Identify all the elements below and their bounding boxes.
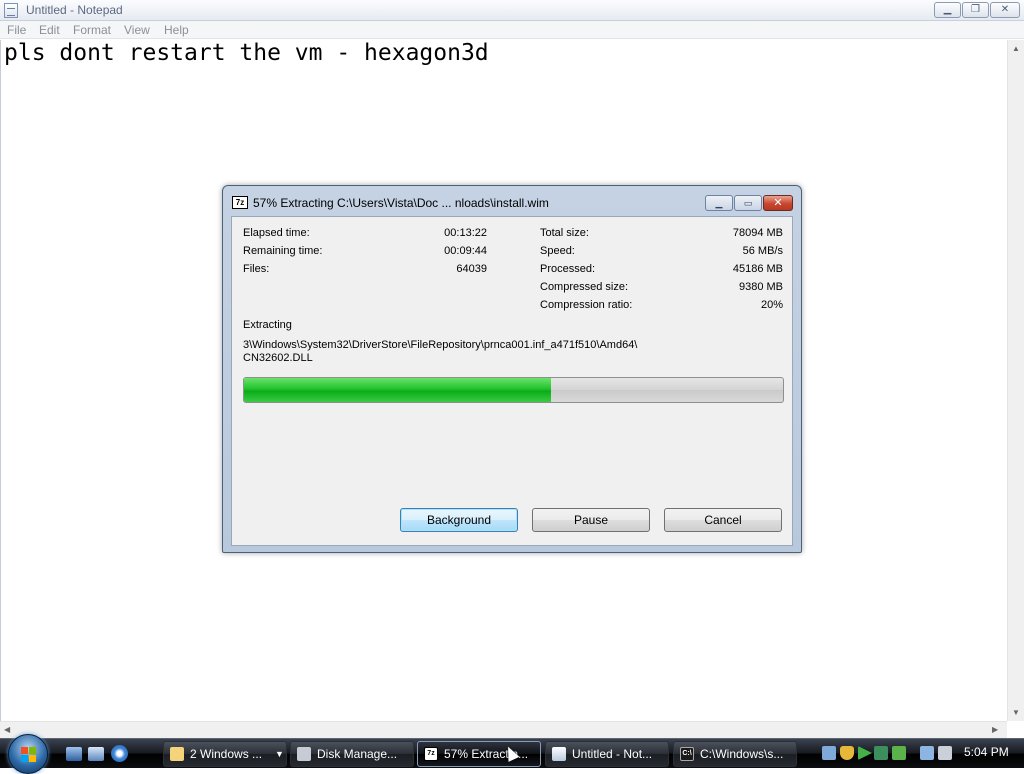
network-tray-icon[interactable] bbox=[822, 746, 836, 760]
taskbar-button-command-prompt[interactable]: C:\ C:\Windows\s... bbox=[673, 741, 797, 767]
speed-value: 56 MB/s bbox=[742, 245, 783, 257]
notepad-title: Untitled - Notepad bbox=[26, 3, 123, 17]
play-arrow-icon[interactable] bbox=[858, 746, 872, 760]
compression-ratio-label: Compression ratio: bbox=[540, 299, 633, 311]
dialog-titlebar[interactable]: 7z 57% Extracting C:\Users\Vista\Doc ...… bbox=[223, 186, 801, 216]
7zip-icon: 7z bbox=[232, 196, 248, 209]
close-button[interactable]: ✕ bbox=[990, 2, 1020, 18]
clock[interactable]: 5:04 PM bbox=[964, 745, 1009, 759]
notepad-content[interactable]: pls dont restart the vm - hexagon3d bbox=[4, 40, 489, 66]
remaining-time-value: 00:09:44 bbox=[444, 245, 487, 257]
processed-label: Processed: bbox=[540, 263, 596, 275]
dialog-body: Elapsed time: 00:13:22 Remaining time: 0… bbox=[231, 216, 793, 546]
chevron-down-icon: ▼ bbox=[275, 749, 284, 759]
cancel-button[interactable]: Cancel bbox=[664, 508, 782, 532]
scroll-right-icon[interactable]: ▶ bbox=[992, 725, 998, 734]
files-value: 64039 bbox=[456, 263, 487, 275]
dialog-close-button[interactable]: ✕ bbox=[763, 195, 793, 211]
security-shield-icon[interactable] bbox=[840, 746, 854, 760]
network-connection-icon[interactable] bbox=[920, 746, 934, 760]
menu-help[interactable]: Help bbox=[164, 23, 189, 37]
vertical-scrollbar[interactable]: ▲ ▼ bbox=[1007, 40, 1024, 721]
total-size-value: 78094 MB bbox=[732, 227, 783, 239]
compression-ratio-value: 20% bbox=[760, 299, 783, 311]
internet-explorer-icon[interactable] bbox=[111, 745, 128, 762]
notepad-titlebar[interactable]: Untitled - Notepad ▁ ❐ ✕ bbox=[0, 0, 1024, 21]
minimize-button[interactable]: ▁ bbox=[934, 2, 961, 18]
notepad-icon bbox=[552, 747, 566, 761]
total-size-label: Total size: bbox=[540, 227, 589, 239]
start-button[interactable] bbox=[8, 734, 48, 774]
notepad-icon bbox=[4, 3, 18, 18]
current-file-name: CN32602.DLL bbox=[243, 352, 313, 364]
background-button[interactable]: Background bbox=[400, 508, 518, 532]
taskbar-button-notepad[interactable]: Untitled - Not... bbox=[545, 741, 669, 767]
menu-file[interactable]: File bbox=[7, 23, 26, 37]
horizontal-scrollbar[interactable]: ◀ ▶ bbox=[0, 721, 1007, 738]
elapsed-time-label: Elapsed time: bbox=[243, 227, 310, 239]
elapsed-time-value: 00:13:22 bbox=[444, 227, 487, 239]
pause-button[interactable]: Pause bbox=[532, 508, 650, 532]
dialog-maximize-button[interactable]: ▭ bbox=[734, 195, 762, 211]
7zip-icon: 7z bbox=[424, 747, 438, 761]
menu-format[interactable]: Format bbox=[73, 23, 111, 37]
scroll-down-icon[interactable]: ▼ bbox=[1012, 708, 1020, 717]
checkmark-icon[interactable] bbox=[892, 746, 906, 760]
menu-edit[interactable]: Edit bbox=[39, 23, 60, 37]
volume-muted-icon[interactable] bbox=[938, 746, 952, 760]
current-file-path: 3\Windows\System32\DriverStore\FileRepos… bbox=[243, 339, 638, 351]
restore-button[interactable]: ❐ bbox=[962, 2, 989, 18]
compressed-size-label: Compressed size: bbox=[540, 281, 629, 293]
taskbar-button-windows-explorer[interactable]: 2 Windows ... ▼ bbox=[163, 741, 287, 767]
menu-view[interactable]: View bbox=[124, 23, 150, 37]
app-tray-icon[interactable] bbox=[874, 746, 888, 760]
taskbar-button-disk-management[interactable]: Disk Manage... bbox=[290, 741, 414, 767]
folder-icon bbox=[170, 747, 184, 761]
taskbar-button-7zip[interactable]: 7z 57% Extractin... bbox=[417, 741, 541, 767]
system-tray: 5:04 PM bbox=[812, 741, 1024, 767]
disk-management-icon bbox=[297, 747, 311, 761]
scroll-up-icon[interactable]: ▲ bbox=[1012, 44, 1020, 53]
switch-windows-icon[interactable] bbox=[88, 747, 104, 761]
show-desktop-icon[interactable] bbox=[66, 747, 82, 761]
extracting-label: Extracting bbox=[243, 319, 292, 331]
files-label: Files: bbox=[243, 263, 270, 275]
processed-value: 45186 MB bbox=[732, 263, 783, 275]
command-prompt-icon: C:\ bbox=[680, 747, 694, 761]
remaining-time-label: Remaining time: bbox=[243, 245, 323, 257]
dialog-minimize-button[interactable]: ▁ bbox=[705, 195, 733, 211]
progress-fill bbox=[244, 378, 552, 402]
scroll-left-icon[interactable]: ◀ bbox=[4, 725, 10, 734]
speed-label: Speed: bbox=[540, 245, 575, 257]
extraction-progress-bar bbox=[243, 377, 784, 403]
extract-progress-dialog: 7z 57% Extracting C:\Users\Vista\Doc ...… bbox=[222, 185, 802, 553]
dialog-title: 57% Extracting C:\Users\Vista\Doc ... nl… bbox=[253, 196, 549, 210]
menu-bar: File Edit Format View Help bbox=[0, 21, 1024, 39]
compressed-size-value: 9380 MB bbox=[738, 281, 783, 293]
